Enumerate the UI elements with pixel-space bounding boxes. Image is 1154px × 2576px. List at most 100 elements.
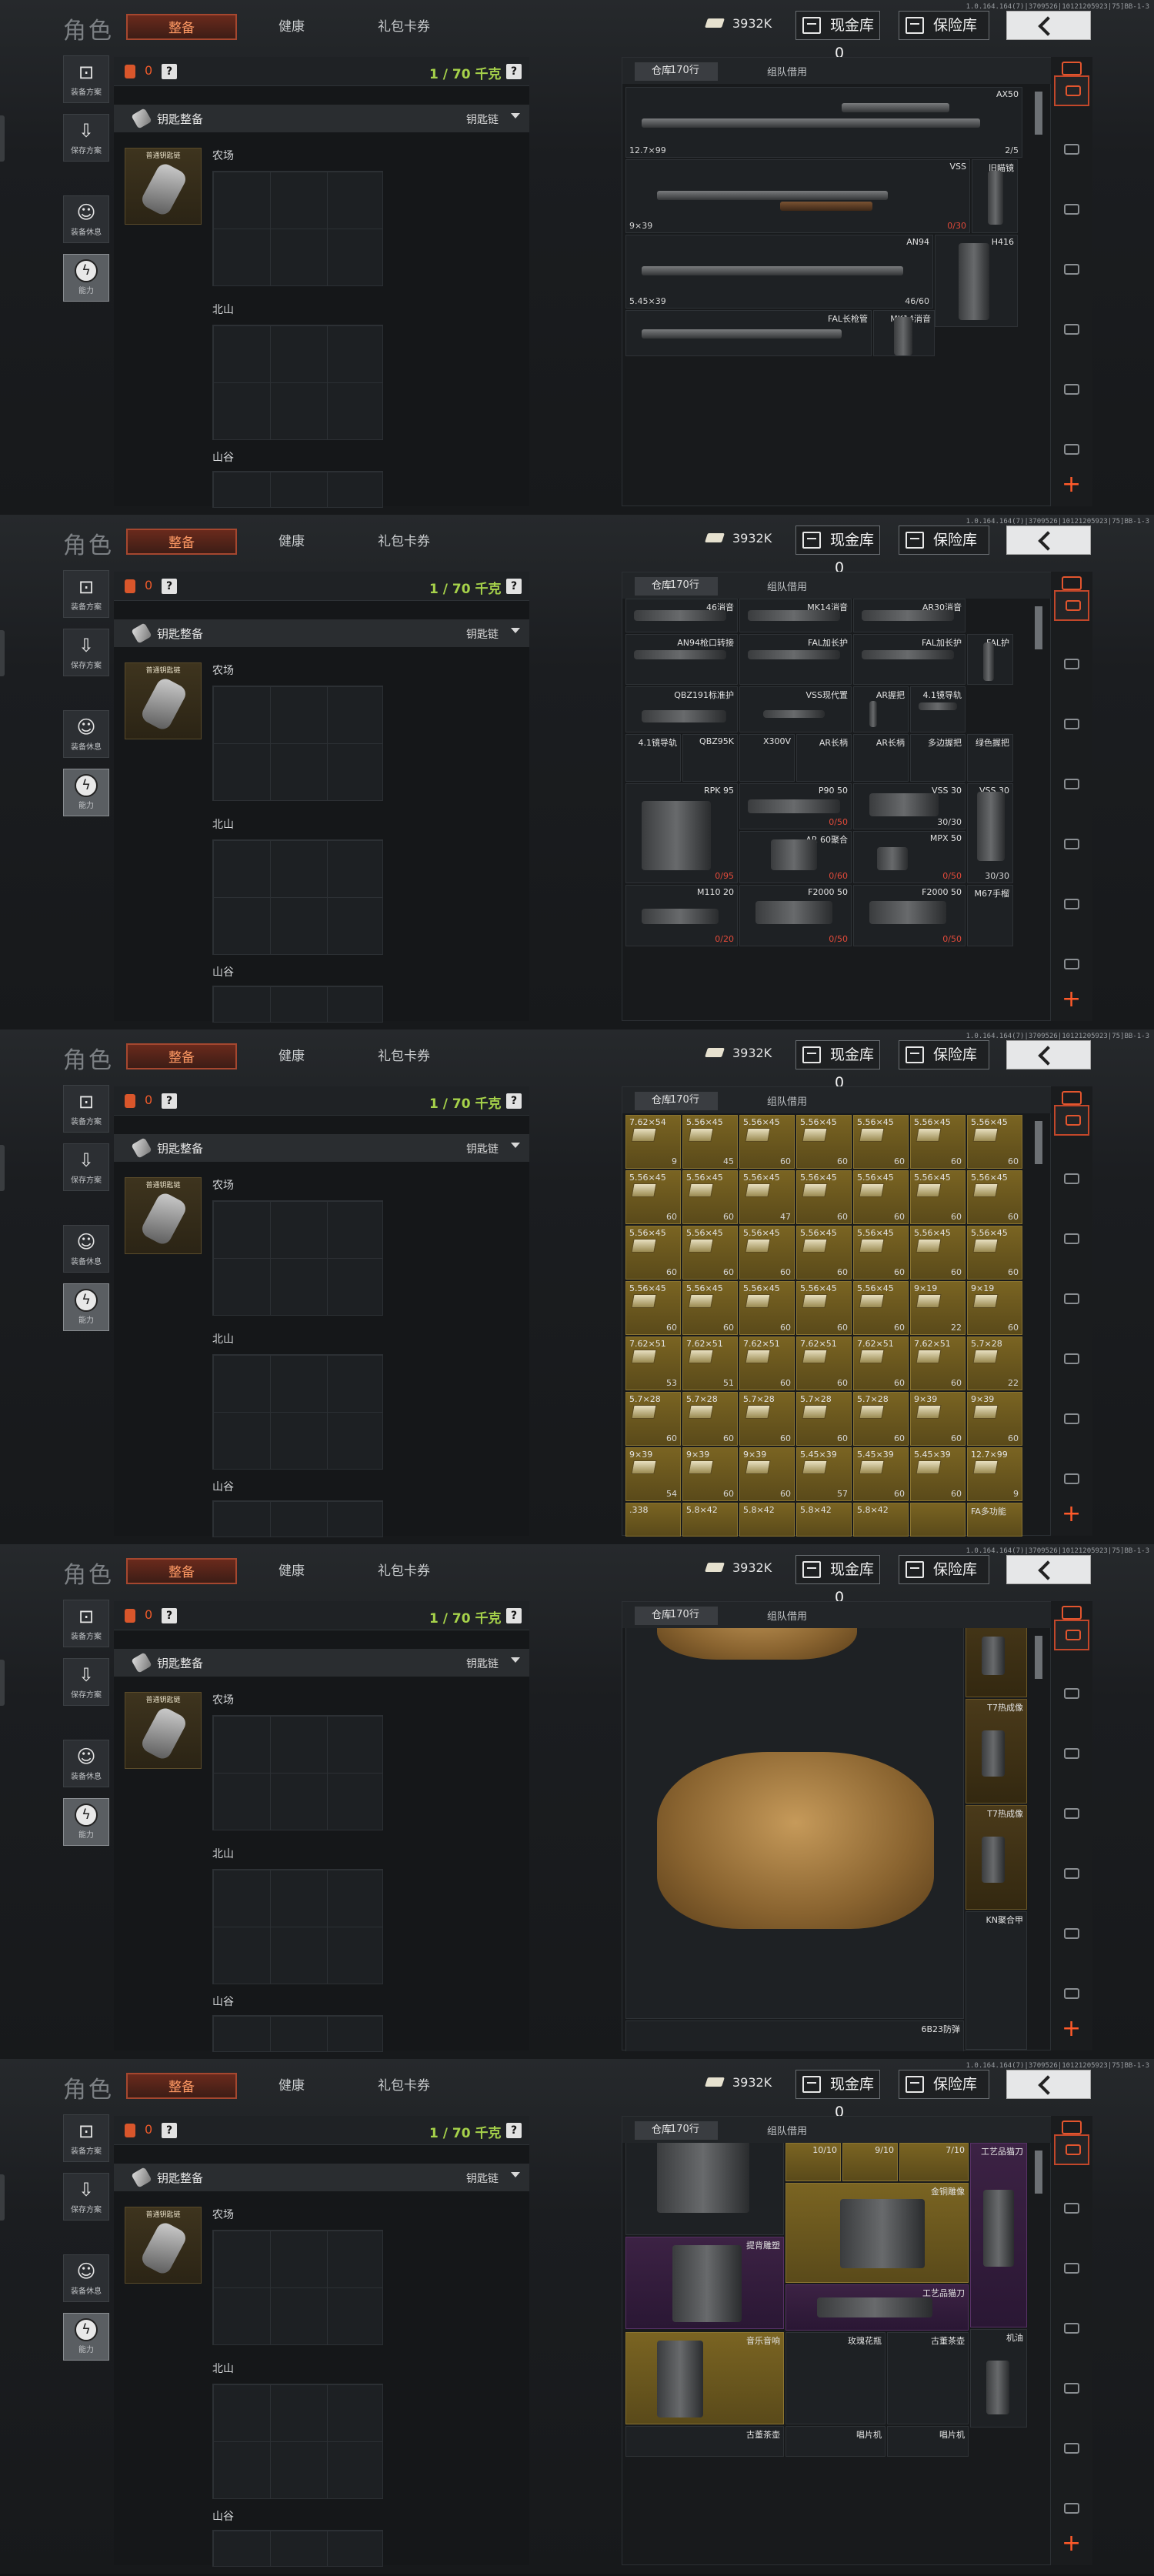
side-save-button[interactable]: ⇩ 保存方案 [63, 114, 109, 162]
item-cell[interactable]: H416 [935, 235, 1018, 327]
item-cell[interactable]: FAL长枪管 [625, 310, 872, 356]
item-cell[interactable]: KN聚合甲 [966, 1911, 1027, 2050]
item-cell[interactable]: AMP突击包 [625, 1628, 964, 2019]
help-icon[interactable]: ? [162, 579, 177, 594]
tab-gift-cards[interactable]: 礼包卡券 [362, 2073, 446, 2099]
scrollbar[interactable] [1035, 2151, 1042, 2194]
keychain-item[interactable]: 普通钥匙链 [125, 2207, 202, 2284]
chevron-down-icon[interactable] [511, 1143, 520, 1148]
slot-grid-north[interactable] [212, 1869, 383, 1984]
cash-vault-button[interactable]: 现金库0 [795, 526, 880, 576]
cash-vault-button[interactable]: 现金库0 [795, 1040, 880, 1091]
side-save-button[interactable]: ⇩ 保存方案 [63, 1143, 109, 1191]
warehouse-box-icon[interactable] [1062, 62, 1082, 75]
item-cell[interactable]: MK14消音 [739, 599, 852, 632]
ammo-cell[interactable]: 5.56×45 60 [682, 1170, 738, 1224]
side-plan-button[interactable]: ⊡ 装备方案 [63, 55, 109, 103]
ammo-cell[interactable]: 5.56×45 60 [625, 1170, 681, 1224]
ammo-cell[interactable]: 5.56×45 60 [682, 1226, 738, 1280]
ammo-cell[interactable]: 5.56×45 60 [967, 1170, 1022, 1224]
keychain-item[interactable]: 普通钥匙链 [125, 1692, 202, 1769]
side-save-button[interactable]: ⇩ 保存方案 [63, 629, 109, 676]
item-cell[interactable]: F2000 50 0/50 [853, 885, 966, 946]
tab-team-borrow[interactable]: 组队借用 [767, 2123, 807, 2137]
filter-button[interactable] [1054, 2494, 1089, 2525]
filter-button[interactable] [1054, 1740, 1089, 1770]
tab-gift-cards[interactable]: 礼包卡券 [362, 1558, 446, 1584]
item-cell[interactable]: AN94枪口转接 [625, 634, 738, 685]
back-button[interactable] [1006, 2070, 1091, 2099]
keychain-bar[interactable]: 钥匙整备 钥匙链 [114, 1649, 529, 1677]
tab-gift-cards[interactable]: 礼包卡券 [362, 529, 446, 555]
safe-vault-button[interactable]: 保险库 [899, 526, 989, 555]
item-cell[interactable]: 4.1镜导轨 [910, 686, 966, 732]
ammo-cell[interactable]: 9×39 60 [910, 1392, 966, 1446]
keychain-item[interactable]: 普通钥匙链 [125, 662, 202, 739]
ammo-cell[interactable]: 5.56×45 60 [967, 1226, 1022, 1280]
ammo-cell[interactable]: 12.7×99 9 [967, 1447, 1022, 1501]
filter-button[interactable] [1054, 1980, 1089, 2010]
ammo-cell[interactable]: 5.45×39 60 [853, 1447, 909, 1501]
ammo-cell[interactable]: 5.8×42 [739, 1503, 795, 1537]
ammo-cell[interactable]: 5.7×28 60 [625, 1392, 681, 1446]
filter-button[interactable] [1054, 950, 1089, 981]
ammo-cell[interactable]: 5.56×45 60 [739, 1115, 795, 1169]
item-cell[interactable]: VSS 30 30/30 [967, 783, 1013, 883]
item-cell[interactable]: 4.1镜导轨 [625, 734, 681, 782]
ammo-cell[interactable]: 5.56×45 60 [910, 1226, 966, 1280]
filter-button[interactable] [1054, 1620, 1089, 1650]
help-icon[interactable]: ? [162, 1093, 177, 1109]
item-cell[interactable]: 提背雕塑 [625, 2237, 784, 2329]
item-cell[interactable]: X300V [739, 734, 795, 782]
item-cell[interactable]: 玫瑰花瓶 [785, 2332, 886, 2424]
item-cell[interactable]: 唱片机 [785, 2426, 886, 2457]
ammo-cell[interactable]: 5.56×45 60 [853, 1115, 909, 1169]
filter-button[interactable] [1054, 1800, 1089, 1830]
tab-equip[interactable]: 整备 [126, 1558, 237, 1584]
warehouse-box-icon[interactable] [1062, 2121, 1082, 2134]
item-cell[interactable]: AN94 5.45×39 46/60 [625, 235, 933, 309]
back-button[interactable] [1006, 526, 1091, 555]
item-cell[interactable]: 绿色握把 [967, 734, 1013, 782]
filter-button[interactable] [1054, 1225, 1089, 1256]
filter-button[interactable] [1054, 1680, 1089, 1710]
scrollbar[interactable] [1035, 1121, 1042, 1164]
ammo-cell[interactable]: 5.56×45 60 [796, 1226, 852, 1280]
slot-grid-farm[interactable] [212, 686, 383, 801]
item-cell[interactable]: 6B23防弹 [625, 2020, 964, 2051]
filter-button[interactable] [1054, 315, 1089, 346]
slot-grid-valley[interactable] [212, 986, 383, 1023]
cash-vault-button[interactable]: 现金库0 [795, 2070, 880, 2121]
item-cell[interactable]: FAL加长护 [739, 634, 852, 685]
add-filter-button[interactable]: + [1054, 1500, 1089, 1533]
weight-help-icon[interactable]: ? [506, 2123, 522, 2138]
ammo-cell[interactable]: 5.7×28 60 [682, 1392, 738, 1446]
ammo-cell[interactable]: 5.7×28 60 [796, 1392, 852, 1446]
ammo-cell[interactable]: 5.56×45 60 [796, 1170, 852, 1224]
keychain-dropdown[interactable]: 钥匙链 [466, 112, 499, 127]
slot-grid-valley[interactable] [212, 2530, 383, 2567]
tab-team-borrow[interactable]: 组队借用 [767, 579, 807, 593]
side-save-button[interactable]: ⇩ 保存方案 [63, 2173, 109, 2221]
filter-button[interactable] [1054, 830, 1089, 861]
ammo-cell[interactable]: 5.7×28 60 [739, 1392, 795, 1446]
filter-button[interactable] [1054, 1860, 1089, 1890]
drawer-handle[interactable] [0, 2174, 5, 2221]
add-filter-button[interactable]: + [1054, 471, 1089, 503]
weight-help-icon[interactable]: ? [506, 64, 522, 79]
ammo-cell[interactable]: 5.56×45 60 [739, 1281, 795, 1335]
side-ability-button[interactable]: ϟ 能力 [63, 769, 109, 816]
filter-button[interactable] [1054, 1345, 1089, 1376]
ammo-cell[interactable]: 5.56×45 60 [910, 1115, 966, 1169]
ammo-cell[interactable]: 7.62×54 9 [625, 1115, 681, 1169]
help-icon[interactable]: ? [162, 2123, 177, 2138]
filter-button[interactable] [1054, 710, 1089, 741]
slot-grid-north[interactable] [212, 2384, 383, 2499]
item-cell[interactable]: AR长柄 [796, 734, 852, 782]
side-rest-button[interactable]: ☺ 装备休息 [63, 195, 109, 243]
item-cell[interactable]: T7热成像 [966, 1628, 1027, 1697]
slot-grid-north[interactable] [212, 325, 383, 440]
tab-team-borrow[interactable]: 组队借用 [767, 1608, 807, 1623]
chevron-down-icon[interactable] [511, 628, 520, 633]
side-rest-button[interactable]: ☺ 装备休息 [63, 1225, 109, 1273]
